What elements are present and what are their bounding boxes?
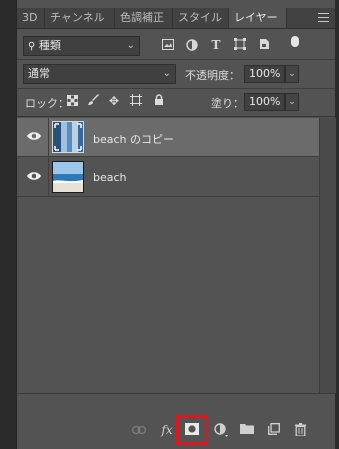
type-filter-icon[interactable]: T [209,38,223,52]
divider [17,116,335,117]
lock-position-move-icon[interactable]: ✥ [109,94,119,108]
adjustment-layer-icon[interactable] [213,423,229,440]
smart-object-filter-icon[interactable] [257,38,271,53]
layers-list: beach のコピー beach [17,118,319,393]
search-icon: ⚲ [28,41,36,52]
fill-field[interactable]: 100% [244,93,285,111]
panel-menu-icon[interactable] [318,13,329,23]
layer-thumbnail[interactable] [52,121,84,153]
link-icon[interactable] [131,423,147,437]
panel-tabbar: 3D チャンネル 色調補正 スタイル レイヤー [17,8,335,29]
lock-all-icon[interactable] [154,94,164,109]
tab-adjustments[interactable]: 色調補正 [115,8,173,28]
lock-label: ロック： [25,97,69,110]
divider [48,158,49,196]
filter-kind-label: 種類 [38,39,61,52]
lock-pixels-brush-icon[interactable] [88,94,100,109]
layer-row-beach[interactable]: beach [17,158,319,197]
blend-mode-label: 通常 [28,67,50,80]
divider [17,393,335,394]
fill-label: 塗り： [211,97,244,110]
image-filter-icon[interactable] [161,39,175,53]
layer-thumbnail[interactable] [52,161,84,193]
chevron-down-icon: ⌄ [162,68,171,79]
lock-artboard-icon[interactable] [130,94,142,109]
mask-button-highlight [176,415,208,445]
fx-icon[interactable]: fx [159,423,175,437]
tab-channels[interactable]: チャンネル [45,8,115,28]
divider [17,59,335,60]
visibility-eye-icon[interactable] [27,171,41,181]
blend-mode-dropdown[interactable]: 通常 ⌄ [23,64,176,84]
layers-panel: 3D チャンネル 色調補正 スタイル レイヤー ⚲ 種類 ⌄ T 通常 ⌄ 不透… [16,0,336,449]
filter-kind-dropdown[interactable]: ⚲ 種類 ⌄ [23,36,140,56]
layer-row-beach-copy[interactable]: beach のコピー [17,118,319,157]
opacity-chevron-icon[interactable]: ⌄ [285,65,299,83]
shape-filter-icon[interactable] [233,38,247,53]
tab-styles[interactable]: スタイル [173,8,229,28]
lock-transparent-icon[interactable] [66,94,79,109]
folder-icon[interactable] [239,423,255,437]
divider [48,118,49,156]
divider [17,88,335,89]
opacity-label: 不透明度： [185,69,240,82]
tab-layers[interactable]: レイヤー [229,8,287,28]
new-layer-icon[interactable] [266,423,282,438]
opacity-field[interactable]: 100% [244,65,285,83]
layers-bottom-toolbar: fx [17,415,335,445]
layer-name[interactable]: beach [93,171,127,184]
visibility-eye-icon[interactable] [27,131,41,141]
chevron-down-icon: ⌄ [126,40,135,51]
adjustment-filter-icon[interactable] [185,39,199,54]
layers-scrollbar[interactable] [319,118,336,393]
layer-name[interactable]: beach のコピー [93,131,174,147]
fill-chevron-icon[interactable]: ⌄ [285,93,299,111]
trash-icon[interactable] [292,423,308,439]
tab-3d[interactable]: 3D [17,8,45,28]
filter-toggle[interactable] [291,36,299,47]
